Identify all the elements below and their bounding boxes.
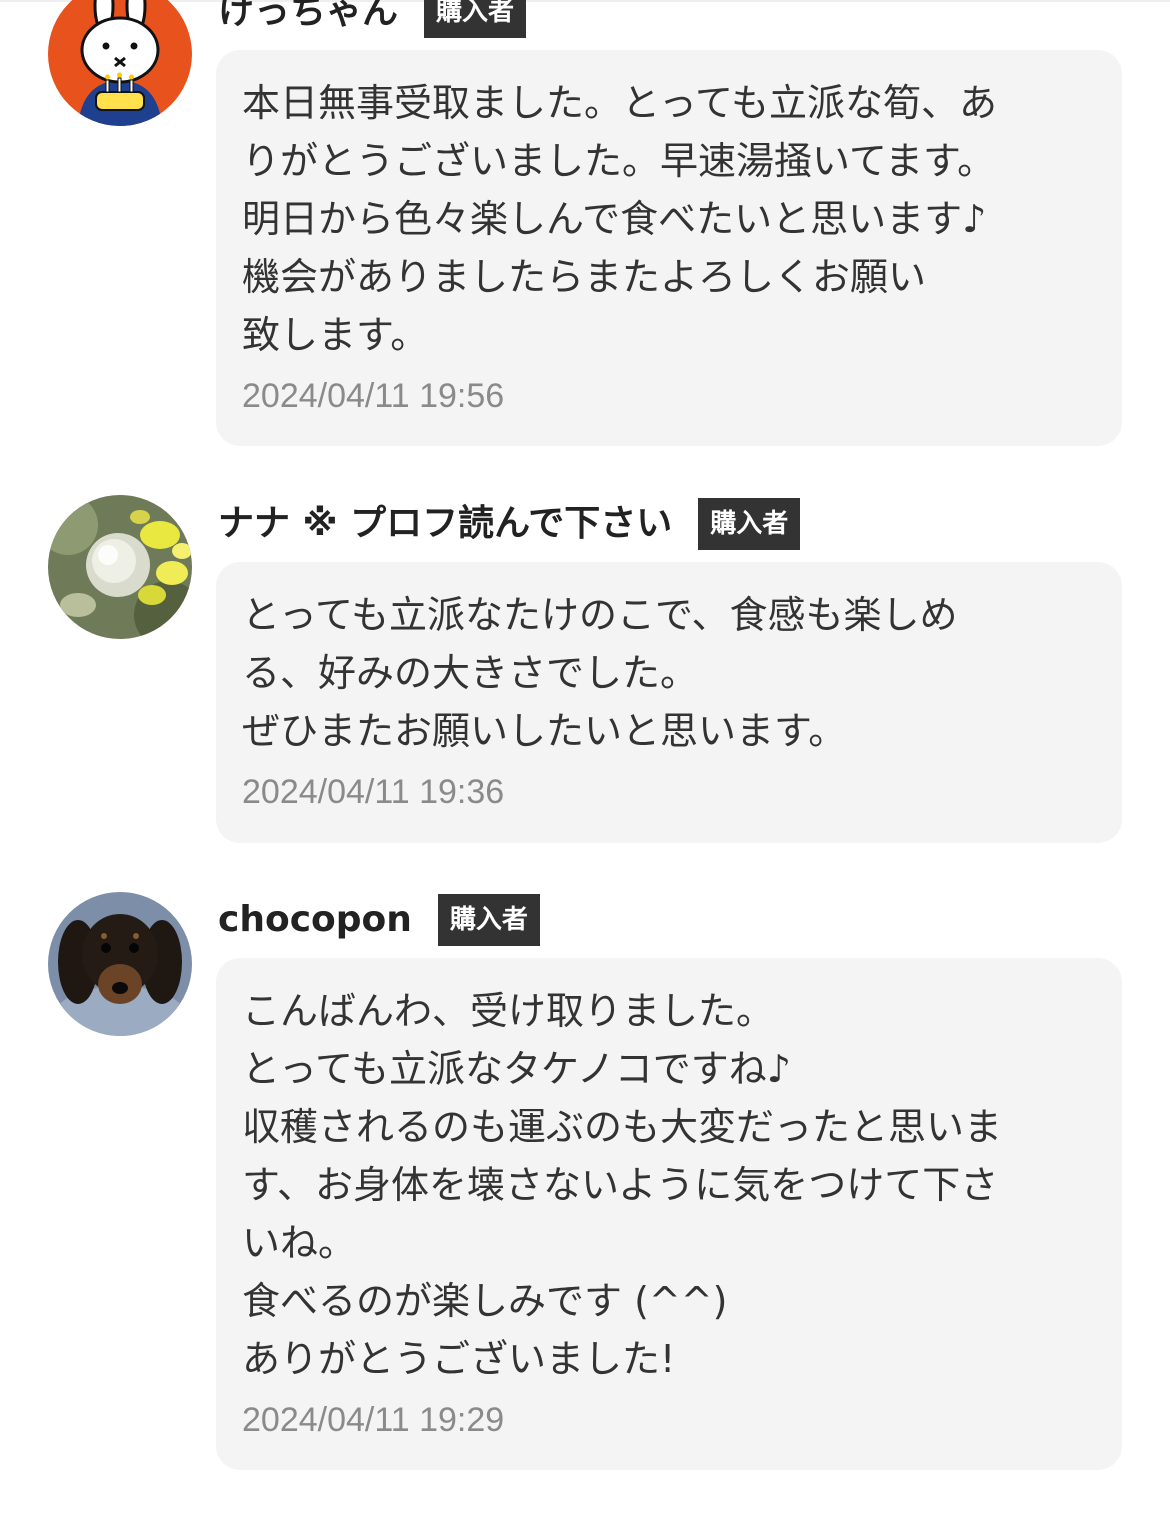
comment-timestamp: 2024/04/11 19:36 [242, 773, 505, 811]
comment-bubble: とっても立派なたけのこで、食感も楽しめ る、好みの大きさでした。 ぜひまたお願い… [216, 562, 1122, 843]
comment-text: とっても立派なたけのこで、食感も楽しめ る、好みの大きさでした。 ぜひまたお願い… [242, 593, 958, 753]
comment-timestamp: 2024/04/11 19:56 [242, 377, 505, 415]
user-avatar[interactable] [48, 495, 192, 639]
buyer-badge: 購入者 [424, 0, 527, 38]
comment-text: 本日無事受取ました。とっても立派な筍、あ りがとうございました。早速湯掻いてます… [242, 81, 998, 357]
user-header: chocopon 購入者 [218, 894, 540, 946]
user-name[interactable]: ナナ ※ プロフ読んで下さい [218, 498, 672, 550]
miffy-avatar-image [48, 0, 192, 126]
buyer-badge: 購入者 [698, 498, 801, 550]
user-header: けっちゃん 購入者 [218, 0, 527, 38]
comment-text: こんばんわ、受け取りました。 とっても立派なタケノコですね♪ 収穫されるのも運ぶ… [242, 989, 1003, 1381]
comment-timestamp: 2024/04/11 19:29 [242, 1401, 505, 1439]
flowers-avatar-image [48, 495, 192, 639]
user-name[interactable]: chocopon [218, 894, 412, 946]
dog-avatar-image [48, 892, 192, 1036]
top-divider [0, 0, 1170, 2]
user-avatar[interactable] [48, 892, 192, 1036]
buyer-badge: 購入者 [437, 894, 540, 946]
user-name[interactable]: けっちゃん [218, 0, 398, 38]
comment-bubble: 本日無事受取ました。とっても立派な筍、あ りがとうございました。早速湯掻いてます… [216, 50, 1122, 446]
comment-bubble: こんばんわ、受け取りました。 とっても立派なタケノコですね♪ 収穫されるのも運ぶ… [216, 958, 1122, 1470]
user-avatar[interactable] [48, 0, 192, 126]
user-header: ナナ ※ プロフ読んで下さい 購入者 [218, 498, 801, 550]
